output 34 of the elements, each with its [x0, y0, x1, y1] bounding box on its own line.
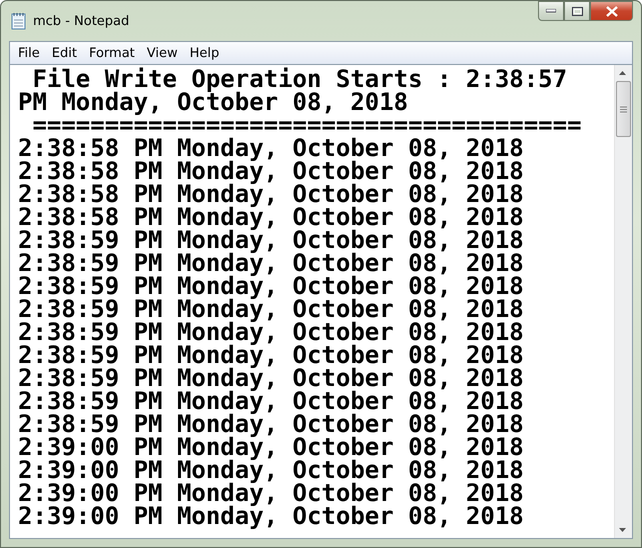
menu-item[interactable]: File [12, 46, 46, 60]
text-line: 2:38:58 PM Monday, October 08, 2018 [18, 160, 525, 183]
text-line: File Write Operation Starts : 2:38:57 PM Monday, October 08, 2018 [18, 68, 568, 114]
text-line: 2:38:59 PM Monday, October 08, 2018 [18, 344, 525, 367]
notepad-icon [11, 12, 27, 30]
text-line: 2:39:00 PM Monday, October 08, 2018 [18, 505, 525, 528]
text-line: 2:38:59 PM Monday, October 08, 2018 [18, 298, 525, 321]
close-icon [606, 6, 618, 16]
menu-item[interactable]: Help [184, 46, 226, 60]
text-line: 2:38:59 PM Monday, October 08, 2018 [18, 367, 525, 390]
minimize-button[interactable] [538, 1, 564, 21]
close-button[interactable] [590, 1, 633, 21]
text-line: 2:38:59 PM Monday, October 08, 2018 [18, 413, 525, 436]
scrollbar-thumb[interactable] [616, 81, 631, 137]
menu-item[interactable]: Edit [46, 46, 83, 60]
text-line: 2:38:59 PM Monday, October 08, 2018 [18, 252, 525, 275]
text-line: 2:38:59 PM Monday, October 08, 2018 [18, 229, 525, 252]
text-line: 2:39:00 PM Monday, October 08, 2018 [18, 436, 525, 459]
text-line: 2:38:59 PM Monday, October 08, 2018 [18, 275, 525, 298]
maximize-icon [572, 6, 582, 16]
minimize-icon [546, 9, 556, 13]
window-title: mcb - Notepad [33, 14, 130, 28]
text-line: 2:38:59 PM Monday, October 08, 2018 [18, 321, 525, 344]
text-line: 2:38:58 PM Monday, October 08, 2018 [18, 137, 525, 160]
text-line: 2:38:58 PM Monday, October 08, 2018 [18, 183, 525, 206]
text-line: 2:38:59 PM Monday, October 08, 2018 [18, 390, 525, 413]
text-line: 2:38:58 PM Monday, October 08, 2018 [18, 206, 525, 229]
text-line: ====================================== [32, 114, 583, 137]
menu-item[interactable]: View [140, 46, 184, 60]
text-line: 2:39:00 PM Monday, October 08, 2018 [18, 482, 525, 505]
menu-item[interactable]: Format [82, 46, 141, 60]
maximize-button[interactable] [564, 1, 590, 21]
text-line: 2:39:00 PM Monday, October 08, 2018 [18, 459, 525, 482]
vertical-scrollbar[interactable] [614, 65, 632, 538]
